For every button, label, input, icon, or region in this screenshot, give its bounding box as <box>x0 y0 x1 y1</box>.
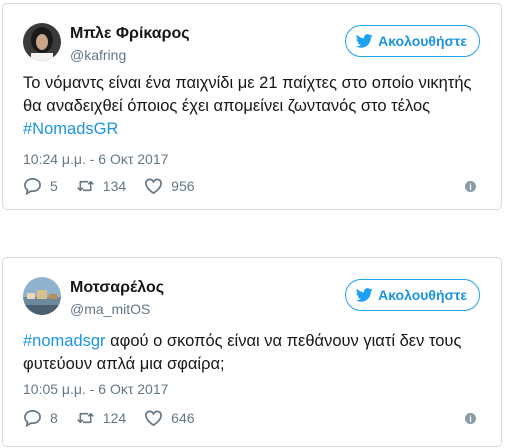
author-handle[interactable]: @kafring <box>70 47 126 63</box>
follow-button[interactable]: Ακολουθήστε <box>345 25 480 57</box>
retweet-button[interactable]: 124 <box>76 409 126 427</box>
reply-icon <box>24 410 41 427</box>
author-handle[interactable]: @ma_mitOS <box>70 301 150 317</box>
author-name[interactable]: Μοτσαρέλος <box>70 279 164 297</box>
avatar[interactable] <box>23 23 61 61</box>
info-icon[interactable]: i <box>465 413 476 424</box>
retweet-icon <box>76 180 94 192</box>
reply-count: 8 <box>50 410 58 426</box>
tweet-actions: 5 134 956 <box>23 176 213 196</box>
twitter-bird-icon <box>356 34 373 48</box>
retweet-button[interactable]: 134 <box>76 177 126 195</box>
like-button[interactable]: 646 <box>144 409 195 427</box>
info-icon[interactable]: i <box>465 181 476 192</box>
follow-label: Ακολουθήστε <box>378 33 467 49</box>
tweet-card: Μοτσαρέλος @ma_mitOS Ακολουθήστε #nomads… <box>2 257 502 447</box>
twitter-bird-icon <box>356 288 373 302</box>
tweet-text: #nomadsgr αφού ο σκοπός είναι να πεθάνου… <box>23 330 493 376</box>
author-name[interactable]: Μπλε Φρίκαρος <box>70 25 190 43</box>
tweet-text-body: Το νόμαντς είναι ένα παιχνίδι με 21 παίχ… <box>23 74 472 115</box>
like-button[interactable]: 956 <box>144 177 195 195</box>
reply-icon <box>24 178 41 195</box>
like-count: 646 <box>171 410 195 426</box>
tweet-actions: 8 124 646 <box>23 408 213 428</box>
retweet-count: 124 <box>102 410 127 426</box>
tweet-card: Μπλε Φρίκαρος @kafring Ακολουθήστε Το νό… <box>2 3 502 210</box>
retweet-icon <box>76 412 94 424</box>
reply-button[interactable]: 5 <box>23 177 58 195</box>
hashtag-link[interactable]: #nomadsgr <box>23 332 106 350</box>
tweet-text: Το νόμαντς είναι ένα παιχνίδι με 21 παίχ… <box>23 72 493 141</box>
follow-button[interactable]: Ακολουθήστε <box>345 279 480 311</box>
like-icon <box>145 410 163 427</box>
like-icon <box>145 178 163 195</box>
like-count: 956 <box>171 178 195 194</box>
reply-count: 5 <box>50 178 58 194</box>
hashtag-link[interactable]: #NomadsGR <box>23 120 118 138</box>
tweet-timestamp[interactable]: 10:24 μ.μ. - 6 Οκτ 2017 <box>23 151 168 167</box>
avatar[interactable] <box>23 277 61 315</box>
follow-label: Ακολουθήστε <box>378 287 467 303</box>
retweet-count: 134 <box>102 178 127 194</box>
tweet-timestamp[interactable]: 10:05 μ.μ. - 6 Οκτ 2017 <box>23 381 168 397</box>
reply-button[interactable]: 8 <box>23 409 58 427</box>
